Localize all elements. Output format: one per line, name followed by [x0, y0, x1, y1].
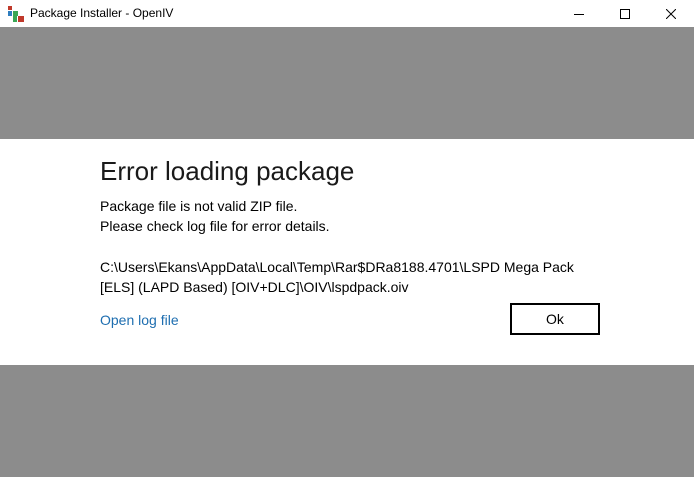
ok-button[interactable]: Ok	[510, 303, 600, 335]
title-bar: Package Installer - OpenIV	[0, 0, 694, 27]
error-message-line1: Package file is not valid ZIP file.	[100, 198, 298, 214]
close-button[interactable]	[648, 0, 694, 27]
background-overlay-top	[0, 27, 694, 139]
maximize-icon	[620, 8, 630, 19]
minimize-button[interactable]	[556, 0, 602, 27]
openiv-app-icon	[8, 6, 24, 22]
maximize-button[interactable]	[602, 0, 648, 27]
package-file-path: C:\Users\Ekans\AppData\Local\Temp\Rar$DR…	[100, 257, 610, 297]
background-overlay-bottom	[0, 365, 694, 477]
window-title: Package Installer - OpenIV	[30, 6, 174, 20]
close-icon	[666, 8, 676, 19]
dialog-heading: Error loading package	[100, 156, 355, 186]
file-path-line2: [ELS] (LAPD Based) [OIV+DLC]\OIV\lspdpac…	[100, 279, 409, 295]
file-path-line1: C:\Users\Ekans\AppData\Local\Temp\Rar$DR…	[100, 259, 574, 275]
open-log-file-link[interactable]: Open log file	[100, 310, 179, 330]
minimize-icon	[574, 13, 584, 15]
error-message-line2: Please check log file for error details.	[100, 218, 330, 234]
